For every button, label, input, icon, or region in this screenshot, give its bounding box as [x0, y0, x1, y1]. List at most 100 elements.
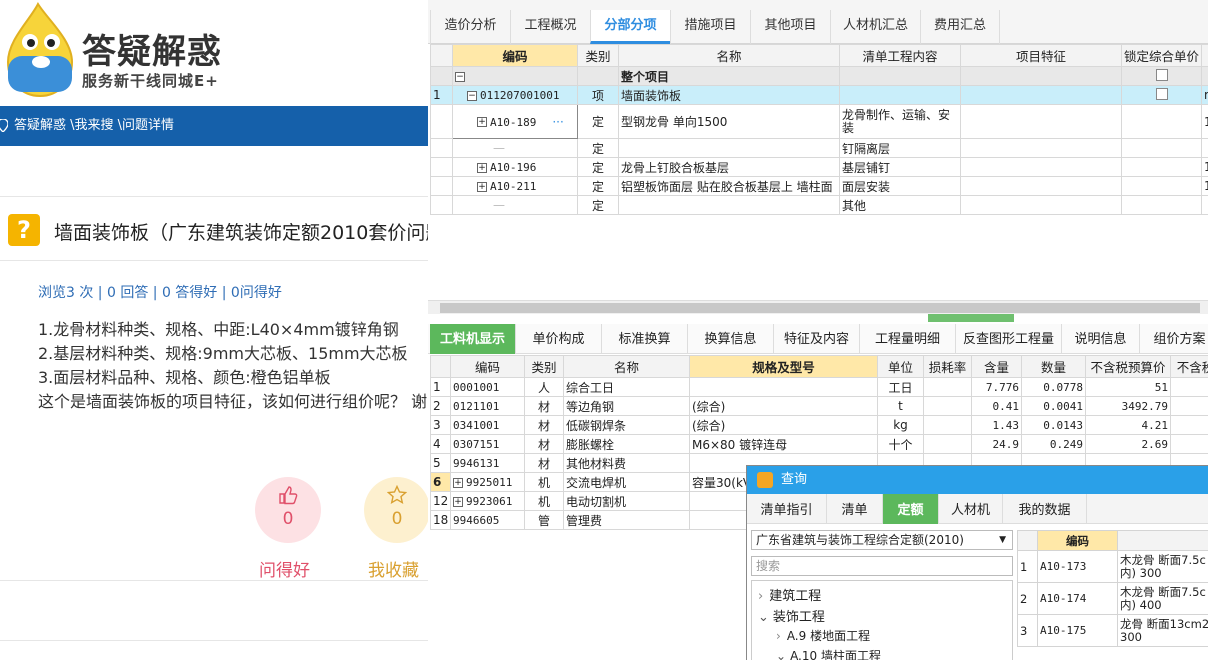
tab-standard-conversion[interactable]: 标准换算: [602, 324, 688, 354]
tab-list[interactable]: 清单: [827, 494, 883, 524]
row-content-qty: 1.43: [971, 415, 1022, 435]
header-amount[interactable]: 数量: [1021, 355, 1086, 378]
row-code: A10-211: [490, 180, 537, 193]
table-row[interactable]: — 定 钉隔离层: [430, 138, 1208, 158]
row-amount: 0.0041: [1021, 396, 1086, 416]
row-name: 低碳钢焊条: [563, 415, 690, 435]
lock-checkbox[interactable]: [1155, 68, 1168, 81]
tab-fee-summary[interactable]: 费用汇总: [920, 10, 1000, 44]
location-pin-icon: [0, 119, 8, 132]
header-type[interactable]: 类别: [577, 44, 619, 67]
favorite-button[interactable]: 0: [364, 477, 430, 543]
table-row[interactable]: 3 0341001 材低碳钢焊条 (综合) kg 1.43 0.0143 4.21: [430, 415, 1208, 435]
header-unit[interactable]: 单位: [877, 355, 924, 378]
row-spec: (综合): [689, 396, 878, 416]
table-row[interactable]: +A10-196 定 龙骨上钉胶合板基层 基层铺钉 1: [430, 157, 1208, 177]
header-name[interactable]: 名称: [563, 355, 690, 378]
breadcrumb: 答疑解惑 \我来搜 \问题详情: [0, 106, 428, 146]
row-name-cont: 300: [1120, 629, 1142, 644]
tab-list-guide[interactable]: 清单指引: [747, 494, 827, 524]
table-row[interactable]: +A10-211 定 铝塑板饰面层 贴在胶合板基层上 墙柱面 面层安装 1: [430, 176, 1208, 196]
header-lock-price[interactable]: 锁定综合单价: [1121, 44, 1202, 67]
horizontal-scrollbar[interactable]: [428, 300, 1208, 314]
header-code[interactable]: 编码: [1037, 530, 1118, 551]
tab-other-items[interactable]: 其他项目: [750, 10, 830, 44]
table-row[interactable]: 1 −011207001001 项 墙面装饰板 m: [430, 85, 1208, 105]
table-row[interactable]: 1 A10-173 木龙骨 断面7.5c 内) 300: [1017, 550, 1208, 583]
tab-cost-analysis[interactable]: 造价分析: [430, 10, 510, 44]
header-name[interactable]: 名称: [618, 44, 840, 67]
tree-node[interactable]: ⌄ A.10 墙柱面工程: [776, 647, 881, 660]
site-logo[interactable]: 答疑解惑 服务新干线同城E+: [0, 0, 428, 106]
table-row[interactable]: − 整个项目: [430, 66, 1208, 86]
app-logo-icon: [757, 472, 773, 488]
lock-checkbox[interactable]: [1155, 87, 1168, 100]
tab-my-data[interactable]: 我的数据: [1003, 494, 1087, 524]
tree-node[interactable]: ⌄ 装饰工程: [758, 606, 825, 625]
header-spec[interactable]: 规格及型号: [689, 355, 878, 378]
tab-feature-content[interactable]: 特征及内容: [774, 324, 860, 354]
like-label[interactable]: 问得好: [259, 556, 310, 581]
row-code: A10-196: [490, 161, 537, 174]
dialog-tab-bar: 清单指引 清单 定额 人材机 我的数据: [747, 494, 1208, 524]
plus-icon[interactable]: +: [477, 181, 487, 192]
plus-icon[interactable]: +: [453, 477, 463, 488]
lower-grid-header: 编码 类别 名称 规格及型号 单位 损耗率 含量 数量 不含税预算价 不含税: [430, 355, 1208, 378]
dialog-titlebar[interactable]: 查询: [747, 466, 1208, 494]
row-code: A10-173: [1037, 550, 1118, 583]
upper-grid-header: 编码 类别 名称 清单工程内容 项目特征 锁定综合单价: [430, 44, 1208, 67]
header-price[interactable]: 不含税预算价: [1085, 355, 1171, 378]
table-row[interactable]: 2 0121101 材等边角钢 (综合) t 0.41 0.0041 3492.79: [430, 396, 1208, 416]
header-feature[interactable]: 项目特征: [960, 44, 1122, 67]
table-row[interactable]: +A10-189 ··· 定 型钢龙骨 单向1500 龙骨制作、运输、安装 1: [430, 104, 1208, 139]
table-row[interactable]: — 定 其他: [430, 195, 1208, 215]
minus-icon[interactable]: −: [467, 90, 477, 101]
row-type: 定: [577, 104, 619, 139]
like-button[interactable]: 0: [255, 477, 321, 543]
tab-labor-material[interactable]: 人材机: [939, 494, 1003, 524]
plus-icon[interactable]: +: [477, 117, 487, 127]
header-extra[interactable]: 不含税: [1170, 355, 1208, 378]
tab-quota[interactable]: 定额: [883, 494, 939, 524]
row-content: 龙骨制作、运输、安装: [839, 104, 961, 139]
table-row[interactable]: 3A10-175龙骨 断面13cm2内300: [1017, 614, 1208, 647]
tab-sections[interactable]: 分部分项: [590, 10, 670, 44]
header-loss-rate[interactable]: 损耗率: [923, 355, 972, 378]
scrollbar-thumb[interactable]: [440, 303, 1200, 313]
tree-node-label: 装饰工程: [772, 610, 825, 625]
header-code[interactable]: 编码: [450, 355, 525, 378]
row-name: 铝塑板饰面层 贴在胶合板基层上 墙柱面: [618, 176, 840, 196]
quota-library-select[interactable]: 广东省建筑与装饰工程综合定额(2010) ▼: [751, 530, 1013, 550]
header-type[interactable]: 类别: [524, 355, 564, 378]
header-content-qty[interactable]: 含量: [971, 355, 1022, 378]
header-content[interactable]: 清单工程内容: [839, 44, 961, 67]
row-number: 2: [430, 396, 451, 416]
tab-labor-material-summary[interactable]: 人材机汇总: [830, 10, 920, 44]
tab-quantity-detail[interactable]: 工程量明细: [860, 324, 956, 354]
tab-reverse-lookup[interactable]: 反查图形工程量: [956, 324, 1062, 354]
favorite-label[interactable]: 我收藏: [368, 556, 419, 581]
tree-node[interactable]: › A.9 楼地面工程: [776, 627, 870, 644]
tab-measures[interactable]: 措施项目: [670, 10, 750, 44]
header-code[interactable]: 编码: [452, 44, 578, 67]
search-input[interactable]: 搜索: [751, 556, 1013, 576]
table-row[interactable]: 2 A10-174 木龙骨 断面7.5c 内) 400: [1017, 582, 1208, 615]
tab-description[interactable]: 说明信息: [1062, 324, 1140, 354]
table-row[interactable]: 4 0307151 材膨胀螺栓 M6×80 镀锌连母 十个 24.9 0.249 2.69: [430, 434, 1208, 454]
tab-pricing-scheme[interactable]: 组价方案: [1140, 324, 1208, 354]
table-row[interactable]: 1 0001001 人综合工日 工日 7.776 0.0778 51: [430, 377, 1208, 397]
tab-labor-material-display[interactable]: 工料机显示: [430, 324, 516, 354]
row-name-cont: 内) 400: [1120, 597, 1162, 612]
tab-conversion-info[interactable]: 换算信息: [688, 324, 774, 354]
plus-icon[interactable]: +: [453, 496, 463, 507]
panel-splitter[interactable]: [928, 314, 1014, 322]
tab-project-overview[interactable]: 工程概况: [510, 10, 590, 44]
row-type: 定: [577, 138, 619, 158]
more-icon[interactable]: ···: [552, 115, 563, 129]
tree-node[interactable]: › 建筑工程: [758, 585, 821, 604]
plus-icon[interactable]: +: [477, 162, 487, 173]
quota-grid: 编码 1 A10-173 木龙骨 断面7.5c 内) 300 2 A10-174 木龙骨 …: [1017, 530, 1208, 647]
tab-unit-price[interactable]: 单价构成: [516, 324, 602, 354]
collapse-toggle[interactable]: −: [452, 66, 578, 86]
breadcrumb-text[interactable]: 答疑解惑 \我来搜 \问题详情: [14, 118, 174, 133]
